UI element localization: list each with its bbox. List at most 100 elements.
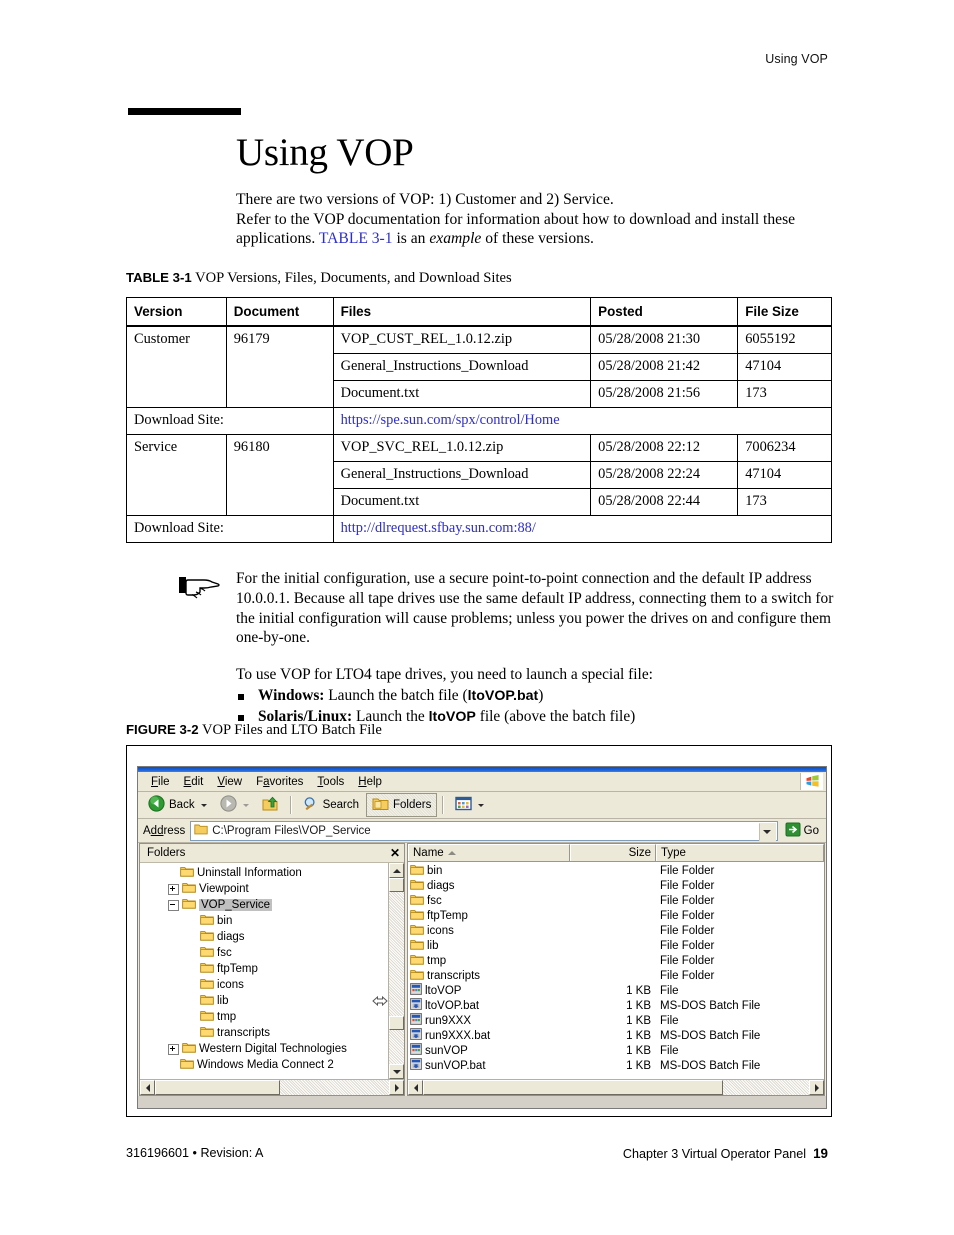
file-list-row[interactable]: icons File Folder xyxy=(408,923,824,938)
tree-item-vop-service[interactable]: VOP_Service xyxy=(140,897,388,913)
views-dropdown-caret-icon[interactable] xyxy=(478,803,485,807)
close-icon[interactable]: ✕ xyxy=(390,846,400,860)
folder-icon xyxy=(200,914,214,928)
scroll-up-button[interactable] xyxy=(389,863,404,878)
folders-horizontal-scrollbar[interactable] xyxy=(140,1079,404,1095)
tree-item-bin[interactable]: bin xyxy=(140,913,388,929)
scroll-thumb[interactable] xyxy=(389,878,404,892)
file-size-cell: 1 KB xyxy=(626,1044,651,1057)
sort-ascending-icon xyxy=(447,851,456,855)
column-header-type[interactable]: Type xyxy=(656,844,824,861)
scroll-right-button[interactable] xyxy=(809,1080,824,1095)
menu-item-edit[interactable]: Edit xyxy=(177,775,211,789)
tree-item-western-digital-technologies[interactable]: Western Digital Technologies xyxy=(140,1041,388,1057)
file-list-pane: Name Size Type bin File Folder diags File F… xyxy=(407,843,825,1096)
up-one-level-button[interactable] xyxy=(256,793,285,818)
list-item: Windows: Launch the batch file (ltoVOP.b… xyxy=(236,686,834,707)
views-button[interactable] xyxy=(449,793,490,817)
go-arrow-icon xyxy=(785,822,801,840)
scroll-track[interactable] xyxy=(389,892,404,1016)
file-name-label: sunVOP xyxy=(425,1044,468,1057)
bullet-square-icon xyxy=(238,714,244,721)
back-button[interactable]: Back xyxy=(142,792,213,818)
menu-item-help[interactable]: Help xyxy=(351,775,389,789)
table-caption-label: TABLE 3-1 xyxy=(126,270,192,285)
menu-item-tools[interactable]: Tools xyxy=(310,775,351,789)
chevron-down-icon xyxy=(763,829,772,834)
table-row: Customer 96179 VOP_CUST_REL_1.0.12.zip 0… xyxy=(126,325,832,408)
tree-item-tmp[interactable]: tmp xyxy=(140,1009,388,1025)
file-list-row[interactable]: tmp File Folder xyxy=(408,953,824,968)
folders-pane-header: Folders ✕ xyxy=(140,844,404,863)
scroll-thumb[interactable] xyxy=(155,1080,280,1095)
folder-icon xyxy=(410,954,424,968)
column-header-document: Document xyxy=(225,297,334,327)
column-header-size[interactable]: Size xyxy=(570,844,656,861)
note-bullet-list: Windows: Launch the batch file (ltoVOP.b… xyxy=(236,686,834,727)
tree-item-windows-media-connect-2[interactable]: Windows Media Connect 2 xyxy=(140,1057,388,1073)
table-cross-reference-link[interactable]: TABLE 3-1 xyxy=(319,230,393,247)
file-list-row[interactable]: sunVOP.bat 1 KB MS-DOS Batch File xyxy=(408,1058,824,1073)
menu-item-edit-rest: dit xyxy=(191,775,204,788)
tree-item-viewpoint[interactable]: Viewpoint xyxy=(140,881,388,897)
tree-item-uninstall-information[interactable]: Uninstall Information xyxy=(140,865,388,881)
forward-dropdown-caret-icon[interactable] xyxy=(242,803,249,807)
tree-item-transcripts[interactable]: transcripts xyxy=(140,1025,388,1041)
download-site-label: Download Site: xyxy=(126,515,334,543)
go-button[interactable]: Go xyxy=(783,821,823,841)
folders-vertical-scrollbar[interactable] xyxy=(388,863,404,1079)
file-list-row[interactable]: sunVOP 1 KB File xyxy=(408,1043,824,1058)
cell-document-service: 96180 xyxy=(225,434,334,516)
menu-item-favorites[interactable]: Favorites xyxy=(249,775,310,789)
menu-item-view[interactable]: View xyxy=(210,775,249,789)
scroll-right-button[interactable] xyxy=(389,1080,404,1095)
collapse-minus-icon[interactable] xyxy=(168,899,179,911)
file-list-row[interactable]: ltoVOP 1 KB File xyxy=(408,983,824,998)
file-list-row[interactable]: run9XXX.bat 1 KB MS-DOS Batch File xyxy=(408,1028,824,1043)
scroll-track[interactable] xyxy=(280,1080,389,1095)
download-site-link[interactable]: https://spe.sun.com/spx/control/Home xyxy=(332,407,833,435)
column-header-name[interactable]: Name xyxy=(408,844,570,861)
scroll-down-button[interactable] xyxy=(389,1064,404,1079)
address-input[interactable]: C:\Program Files\VOP_Service xyxy=(190,820,778,841)
file-list-horizontal-scrollbar[interactable] xyxy=(408,1079,824,1095)
scroll-left-button[interactable] xyxy=(408,1080,423,1095)
tree-item-lib[interactable]: lib xyxy=(140,993,388,1009)
forward-arrow-icon xyxy=(219,795,237,815)
file-list-row[interactable]: fsc File Folder xyxy=(408,893,824,908)
file-type-cell: File Folder xyxy=(660,924,715,937)
cell-posted: 05/28/2008 21:56 xyxy=(590,380,739,408)
download-site-link[interactable]: http://dlrequest.sfbay.sun.com:88/ xyxy=(332,515,833,543)
scroll-track[interactable] xyxy=(723,1080,809,1095)
tree-item-fsc[interactable]: fsc xyxy=(140,945,388,961)
file-list-row[interactable]: bin File Folder xyxy=(408,863,824,878)
scroll-left-button[interactable] xyxy=(140,1080,155,1095)
tree-item-diags[interactable]: diags xyxy=(140,929,388,945)
back-dropdown-caret-icon[interactable] xyxy=(200,803,207,807)
file-list-row[interactable]: ftpTemp File Folder xyxy=(408,908,824,923)
file-list-row[interactable]: lib File Folder xyxy=(408,938,824,953)
folders-button[interactable]: Folders xyxy=(366,793,438,817)
cell-posted: 05/28/2008 22:44 xyxy=(590,488,739,516)
file-list-row[interactable]: diags File Folder xyxy=(408,878,824,893)
file-list-row[interactable]: run9XXX 1 KB File xyxy=(408,1013,824,1028)
expand-plus-icon[interactable] xyxy=(168,883,179,895)
forward-button[interactable] xyxy=(214,792,255,818)
cell-posted: 05/28/2008 22:12 xyxy=(590,434,739,462)
scroll-thumb-lower[interactable] xyxy=(389,1016,404,1030)
file-list-row[interactable]: ltoVOP.bat 1 KB MS-DOS Batch File xyxy=(408,998,824,1013)
file-name-cell: transcripts xyxy=(408,969,570,983)
tree-item-ftptemp[interactable]: ftpTemp xyxy=(140,961,388,977)
folder-icon xyxy=(180,1058,194,1072)
file-list-row[interactable]: transcripts File Folder xyxy=(408,968,824,983)
scroll-thumb[interactable] xyxy=(423,1080,723,1095)
folder-icon xyxy=(200,1026,214,1040)
file-type-cell: MS-DOS Batch File xyxy=(660,999,761,1012)
address-dropdown-button[interactable] xyxy=(758,822,776,841)
expand-plus-icon[interactable] xyxy=(168,1043,179,1055)
search-button[interactable]: Search xyxy=(297,793,365,818)
scroll-track-lower[interactable] xyxy=(389,1030,404,1064)
menu-item-file[interactable]: File xyxy=(144,775,177,789)
page-title: Using VOP xyxy=(236,131,414,174)
tree-item-icons[interactable]: icons xyxy=(140,977,388,993)
